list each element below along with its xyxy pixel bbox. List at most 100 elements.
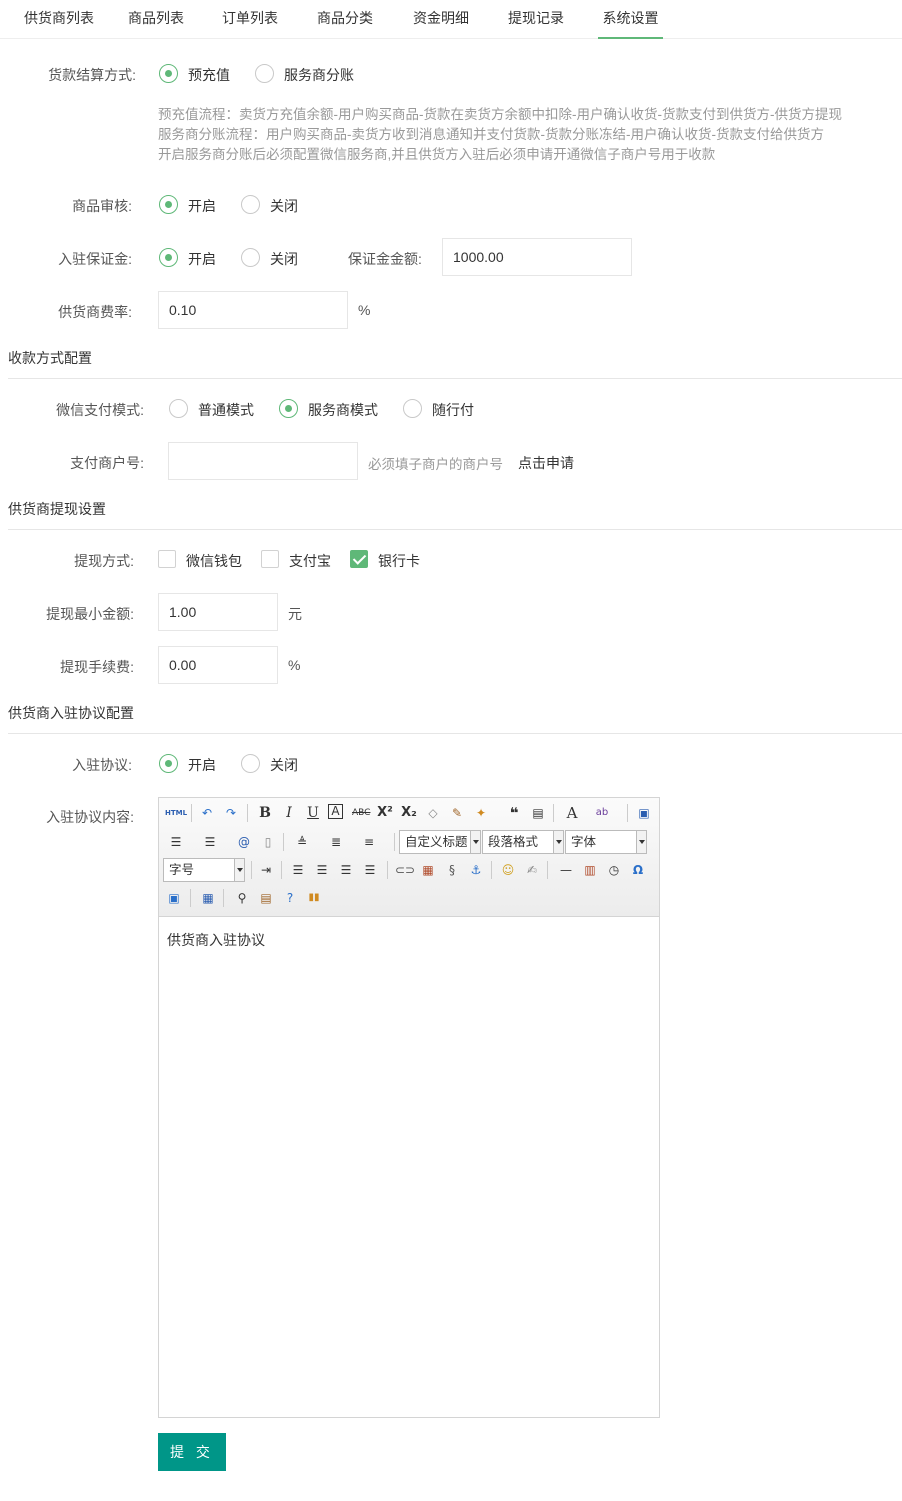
tab-product-list[interactable]: 商品列表 [118,0,194,39]
wechat-mode-label: 微信支付模式: [56,402,144,418]
settlement-split-label[interactable]: 服务商分账 [284,65,354,85]
agreement-off-label[interactable]: 关闭 [270,755,298,775]
withdraw-alipay-checkbox[interactable] [261,550,279,568]
audit-off-label[interactable]: 关闭 [270,196,298,216]
fee-input[interactable] [158,291,348,329]
withdraw-wechat-checkbox[interactable] [158,550,176,568]
special-chars-icon[interactable]: Ω [629,861,647,879]
fullscreen-icon[interactable]: ▣ [635,804,653,822]
settlement-split-radio[interactable] [255,64,274,83]
wechat-suixingfu-radio[interactable] [403,399,422,418]
highlight-color-icon[interactable]: ab [593,804,611,822]
audit-on-radio[interactable] [159,195,178,214]
deposit-label: 入驻保证金: [58,251,132,267]
chevron-down-icon [470,831,480,853]
eraser-icon[interactable]: ◇ [424,804,442,822]
template-icon[interactable]: ▮▮ [305,889,323,907]
paragraph-format-select[interactable]: 段落格式 [482,830,564,854]
unlink-icon[interactable]: § [443,861,461,879]
unordered-list-icon[interactable]: ☰ [201,833,219,851]
time-icon[interactable]: ◷ [605,861,623,879]
deposit-on-radio[interactable] [159,248,178,267]
strikethrough-icon[interactable]: ABC [352,804,370,822]
align-center-icon[interactable]: ☰ [313,861,331,879]
tab-withdraw-record[interactable]: 提现记录 [497,0,575,39]
html-source-icon[interactable]: HTML [165,804,187,822]
deposit-off-label[interactable]: 关闭 [270,249,298,269]
tab-fund-detail[interactable]: 资金明细 [402,0,480,39]
wechat-normal-label[interactable]: 普通模式 [198,400,254,420]
deposit-on-label[interactable]: 开启 [188,249,216,269]
bold-icon[interactable]: B [256,804,274,822]
insert-table-icon[interactable]: ▦ [199,889,217,907]
line-height-icon[interactable]: ≡ [360,833,378,851]
row-spacing-top-icon[interactable]: ≜ [293,833,311,851]
auto-format-icon[interactable]: ✦ [472,804,490,822]
font-border-icon[interactable]: A [328,804,343,819]
settlement-prepaid-label[interactable]: 预充值 [188,65,230,85]
align-justify-icon[interactable]: ☰ [361,861,379,879]
merchant-id-input[interactable] [168,442,358,480]
merchant-label: 支付商户号: [70,455,144,471]
link-icon[interactable]: ⊂⊃ [395,861,415,879]
superscript-icon[interactable]: X² [376,804,394,822]
wechat-suixingfu-label[interactable]: 随行付 [432,400,474,420]
direction-icon[interactable]: @ [235,833,253,851]
withdraw-alipay-label[interactable]: 支付宝 [289,551,331,571]
wechat-service-radio[interactable] [279,399,298,418]
tab-product-category[interactable]: 商品分类 [306,0,384,39]
font-size-select[interactable]: 字号 [163,858,245,882]
horizontal-rule-icon[interactable]: — [557,861,575,879]
withdraw-wechat-label[interactable]: 微信钱包 [186,551,242,571]
tab-supplier-list[interactable]: 供货商列表 [14,0,104,39]
withdraw-min-input[interactable] [158,593,278,631]
tab-system-settings[interactable]: 系统设置 [598,0,663,39]
withdraw-bank-checkbox[interactable] [350,550,368,568]
submit-button[interactable]: 提 交 [158,1433,226,1471]
wechat-service-label[interactable]: 服务商模式 [308,400,378,420]
align-right-icon[interactable]: ☰ [337,861,355,879]
deposit-off-radio[interactable] [241,248,260,267]
redo-icon[interactable]: ↷ [222,804,240,822]
editor-content[interactable]: 供货商入驻协议 [167,930,265,950]
anchor-icon[interactable]: ⚓ [467,861,485,879]
format-painter-icon[interactable]: ✎ [448,804,466,822]
withdraw-bank-label[interactable]: 银行卡 [378,551,420,571]
merchant-apply-link[interactable]: 点击申请 [518,453,574,473]
subscript-icon[interactable]: X₂ [400,804,418,822]
font-family-select[interactable]: 字体 [565,830,647,854]
undo-icon[interactable]: ↶ [198,804,216,822]
blockquote-icon[interactable]: ❝ [505,804,523,822]
wordimage-icon[interactable]: ▣ [165,889,183,907]
payment-section-divider [8,378,902,379]
date-icon[interactable]: ▥ [581,861,599,879]
toolbar-separator [627,804,628,822]
agreement-off-radio[interactable] [241,754,260,773]
align-left-icon[interactable]: ☰ [289,861,307,879]
search-replace-icon[interactable]: ⚲ [233,889,251,907]
ordered-list-icon[interactable]: ☰ [167,833,185,851]
agreement-on-radio[interactable] [159,754,178,773]
scrawl-icon[interactable]: ✍ [523,861,541,879]
agreement-on-label[interactable]: 开启 [188,755,216,775]
clear-doc-icon[interactable]: ▯ [259,833,277,851]
custom-heading-select[interactable]: 自定义标题 [399,830,481,854]
wechat-normal-radio[interactable] [169,399,188,418]
emotion-icon[interactable]: ☺ [499,861,517,879]
underline-icon[interactable]: U [304,804,322,822]
deposit-amount-input[interactable] [442,238,632,276]
settlement-prepaid-radio[interactable] [159,64,178,83]
withdraw-fee-input[interactable] [158,646,278,684]
paste-icon[interactable]: ▤ [257,889,275,907]
paste-plain-icon[interactable]: ▤ [529,804,547,822]
audit-off-radio[interactable] [241,195,260,214]
row-spacing-bottom-icon[interactable]: ≣ [327,833,345,851]
font-color-icon[interactable]: A [563,804,581,822]
italic-icon[interactable]: I [280,804,298,822]
indent-icon[interactable]: ⇥ [257,861,275,879]
help-icon[interactable]: ? [281,889,299,907]
toolbar-separator [223,889,224,907]
tab-order-list[interactable]: 订单列表 [212,0,288,39]
image-icon[interactable]: ▦ [419,861,437,879]
audit-on-label[interactable]: 开启 [188,196,216,216]
